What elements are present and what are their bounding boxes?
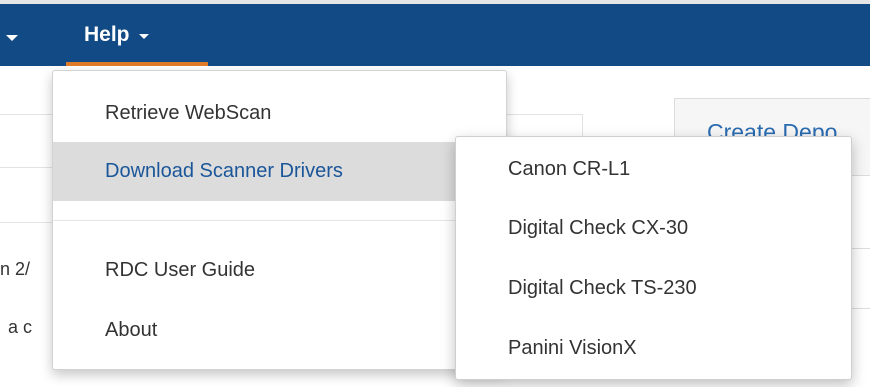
submenu-item-panini-visionx[interactable]: Panini VisionX	[456, 320, 851, 376]
submenu-item-canon-cr-l1[interactable]: Canon CR-L1	[456, 141, 851, 197]
submenu-item-digital-check-cx-30[interactable]: Digital Check CX-30	[456, 200, 851, 256]
submenu-item-label: Digital Check TS-230	[508, 276, 697, 299]
help-dropdown-menu: Retrieve WebScan Download Scanner Driver…	[52, 70, 507, 370]
background-text: n 2/	[0, 259, 31, 279]
menu-item-download-scanner-drivers[interactable]: Download Scanner Drivers	[53, 142, 506, 201]
nav-dropdown-caret-icon[interactable]	[6, 35, 18, 41]
menu-item-label: Retrieve WebScan	[105, 101, 272, 124]
submenu-item-label: Digital Check CX-30	[508, 216, 689, 239]
nav-help-label: Help	[84, 23, 130, 46]
menu-item-retrieve-webscan[interactable]: Retrieve WebScan	[53, 85, 506, 141]
menu-item-label: RDC User Guide	[105, 258, 256, 281]
background-divider	[850, 308, 870, 309]
submenu-item-digital-check-ts-230[interactable]: Digital Check TS-230	[456, 260, 851, 316]
menu-item-about[interactable]: About	[53, 302, 506, 358]
background-text: a c	[8, 317, 33, 337]
nav-active-underline	[66, 62, 208, 66]
submenu-item-label: Panini VisionX	[508, 336, 637, 359]
menu-item-rdc-user-guide[interactable]: RDC User Guide	[53, 242, 506, 298]
submenu-item-label: Canon CR-L1	[508, 157, 631, 180]
scanner-drivers-submenu: Canon CR-L1 Digital Check CX-30 Digital …	[455, 136, 852, 380]
menu-item-label: Download Scanner Drivers	[105, 160, 343, 182]
nav-help-menu[interactable]: Help	[66, 4, 208, 66]
background-divider	[850, 248, 870, 249]
chevron-down-icon	[138, 33, 149, 39]
menu-item-label: About	[105, 318, 158, 341]
menu-divider	[53, 220, 506, 221]
top-navbar: Help	[0, 4, 870, 66]
